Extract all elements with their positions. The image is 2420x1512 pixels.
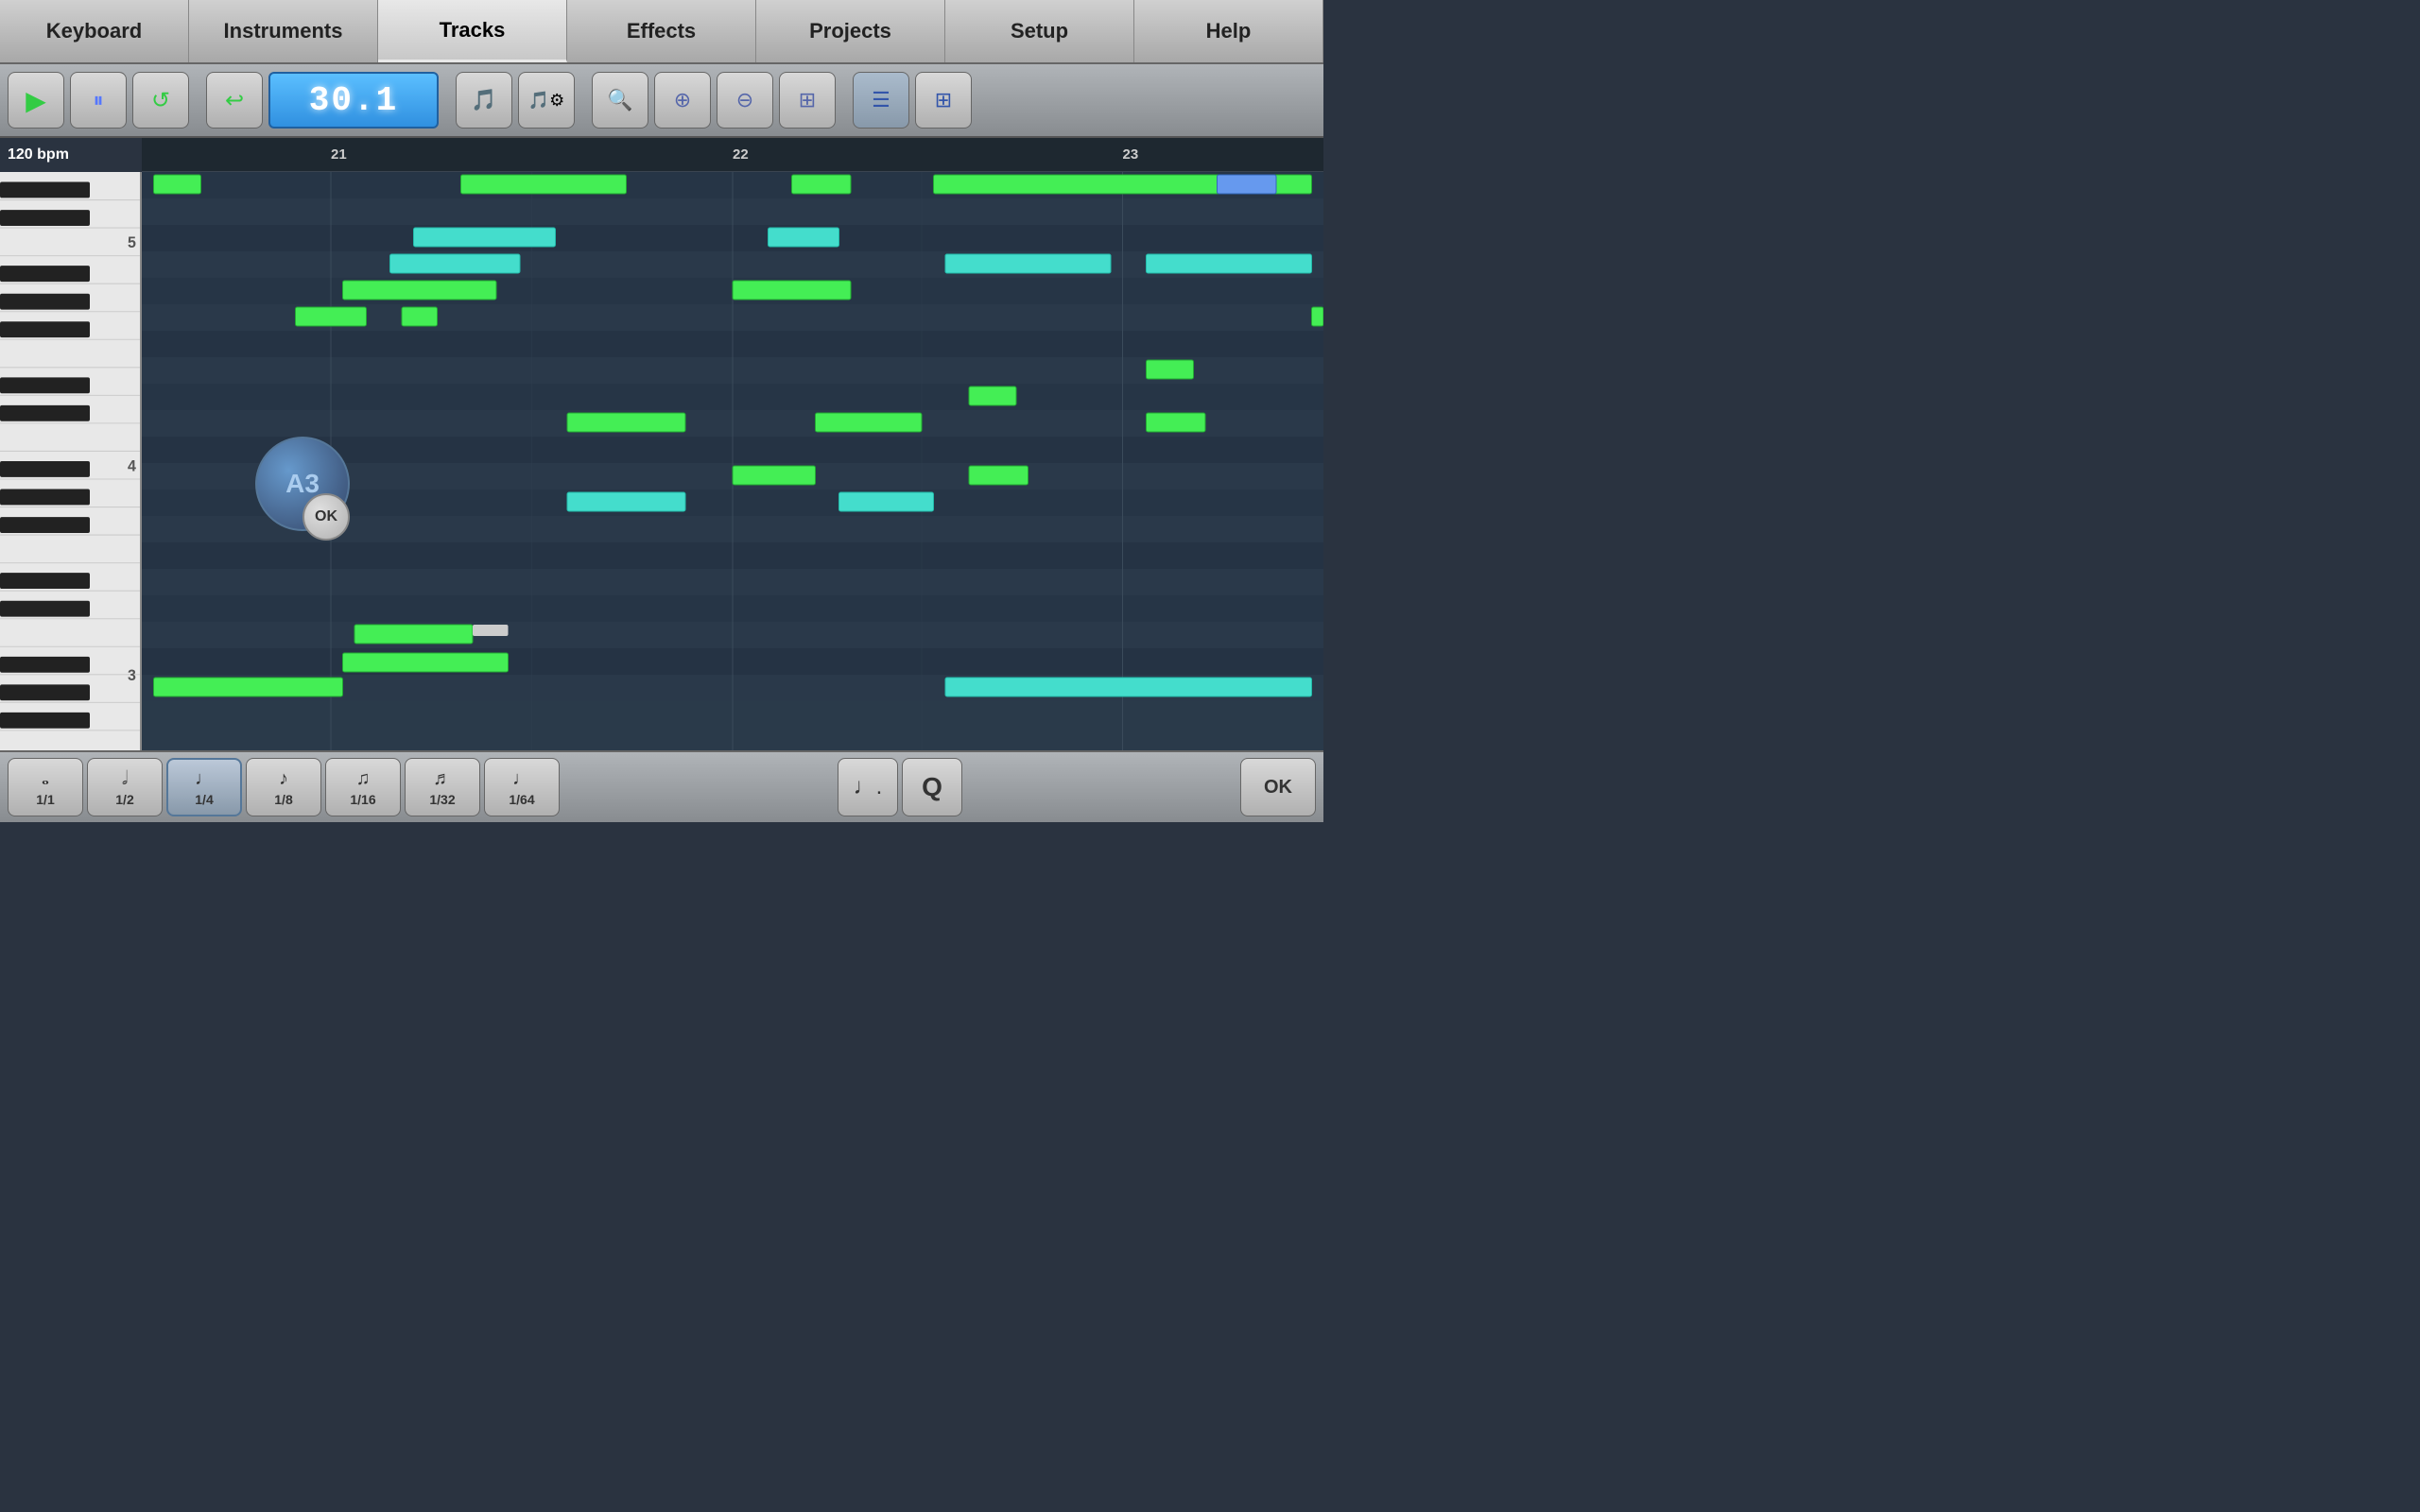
play-button[interactable]: ▶ (8, 72, 64, 129)
piano-notes-area: draw keys (0, 172, 1323, 750)
tab-keyboard[interactable]: Keyboard (0, 0, 189, 62)
16th-note-label: 1/16 (350, 792, 375, 807)
grid-view-button[interactable]: ⊞ (915, 72, 972, 129)
duration-half-button[interactable]: 𝅗𝅥 1/2 (87, 758, 163, 816)
tab-projects[interactable]: Projects (756, 0, 945, 62)
metronome-button[interactable]: 🎵 (456, 72, 512, 129)
bpm-timeline: 120 bpm 21 22 23 (0, 138, 1323, 172)
zoom-out-button[interactable]: ⊖ (717, 72, 773, 129)
half-note-icon: 𝅗𝅥 (122, 768, 128, 790)
duration-whole-button[interactable]: 𝅝 1/1 (8, 758, 83, 816)
64th-note-icon: ♩ (512, 768, 531, 790)
eighth-note-icon: ♪ (279, 768, 288, 790)
pause-icon: ⏸ (93, 88, 103, 112)
duration-eighth-button[interactable]: ♪ 1/8 (246, 758, 321, 816)
32nd-note-icon: ♬ (433, 768, 452, 790)
zoom-out-icon: ⊖ (736, 88, 753, 112)
zoom-in-icon: ⊕ (674, 88, 691, 112)
list-view-icon: ☰ (872, 88, 890, 112)
dotted-note-icon: ♩. (854, 774, 883, 800)
whole-note-label: 1/1 (36, 792, 54, 807)
svg-text:3: 3 (128, 667, 136, 684)
16th-note-icon: ♫ (356, 768, 371, 790)
whole-note-icon: 𝅝 (42, 768, 49, 790)
note-popup: A3 OK (255, 437, 350, 531)
note-popup-label: A3 (285, 469, 320, 499)
magnify-icon: 🔍 (607, 88, 632, 112)
loop-button[interactable]: ↺ (132, 72, 189, 129)
zoom-fit-icon: ⊞ (799, 88, 816, 112)
duration-16th-button[interactable]: ♫ 1/16 (325, 758, 401, 816)
position-display: 30.1 (268, 72, 439, 129)
ok-button[interactable]: OK (1240, 758, 1316, 816)
undo-button[interactable]: ↩ (206, 72, 263, 129)
quantize-button[interactable]: Q (902, 758, 962, 816)
metronome-settings-icon: 🎵⚙ (528, 91, 565, 111)
zoom-fit-button[interactable]: ⊞ (779, 72, 836, 129)
note-popup-ok-button[interactable]: OK (302, 493, 350, 541)
eighth-note-label: 1/8 (274, 792, 292, 807)
tab-effects[interactable]: Effects (567, 0, 756, 62)
tab-instruments[interactable]: Instruments (189, 0, 378, 62)
quantize-label: Q (922, 772, 942, 802)
svg-text:5: 5 (128, 234, 136, 251)
undo-icon: ↩ (225, 87, 244, 114)
marker-21: 21 (331, 146, 347, 163)
zoom-in-button[interactable]: ⊕ (654, 72, 711, 129)
marker-23: 23 (1123, 146, 1139, 163)
metronome-settings-button[interactable]: 🎵⚙ (518, 72, 575, 129)
tab-tracks[interactable]: Tracks (378, 0, 567, 62)
marker-22: 22 (733, 146, 749, 163)
duration-32nd-button[interactable]: ♬ 1/32 (405, 758, 480, 816)
dotted-note-button[interactable]: ♩. (838, 758, 898, 816)
loop-icon: ↺ (151, 87, 170, 114)
metronome-icon: 🎵 (471, 88, 496, 112)
tab-help[interactable]: Help (1134, 0, 1323, 62)
play-icon: ▶ (26, 85, 46, 116)
duration-quarter-button[interactable]: ♩ 1/4 (166, 758, 242, 816)
svg-text:4: 4 (128, 457, 137, 474)
64th-note-label: 1/64 (509, 792, 534, 807)
timeline-bar[interactable]: 21 22 23 (142, 138, 1323, 172)
duration-64th-button[interactable]: ♩ 1/64 (484, 758, 560, 816)
bpm-label: 120 bpm (0, 146, 142, 163)
bottom-toolbar: 𝅝 1/1 𝅗𝅥 1/2 ♩ 1/4 ♪ 1/8 ♫ 1/16 ♬ 1/32 ♩… (0, 750, 1323, 822)
32nd-note-label: 1/32 (429, 792, 455, 807)
grid-view-icon: ⊞ (935, 88, 952, 112)
piano-keyboard: draw keys (0, 172, 142, 750)
toolbar: ▶ ⏸ ↺ ↩ 30.1 🎵 🎵⚙ 🔍 ⊕ ⊖ ⊞ ☰ ⊞ (0, 64, 1323, 138)
piano-svg: draw keys (0, 172, 142, 750)
main-area: 120 bpm 21 22 23 draw keys (0, 138, 1323, 750)
ok-label: OK (1264, 777, 1292, 799)
list-view-button[interactable]: ☰ (853, 72, 909, 129)
zoom-magnify-button[interactable]: 🔍 (592, 72, 648, 129)
notes-grid[interactable]: A3 OK (142, 172, 1323, 750)
pause-button[interactable]: ⏸ (70, 72, 127, 129)
nav-tabs: Keyboard Instruments Tracks Effects Proj… (0, 0, 1323, 64)
half-note-label: 1/2 (115, 792, 133, 807)
tab-setup[interactable]: Setup (945, 0, 1134, 62)
quarter-note-label: 1/4 (195, 792, 213, 807)
quarter-note-icon: ♩ (195, 768, 214, 790)
